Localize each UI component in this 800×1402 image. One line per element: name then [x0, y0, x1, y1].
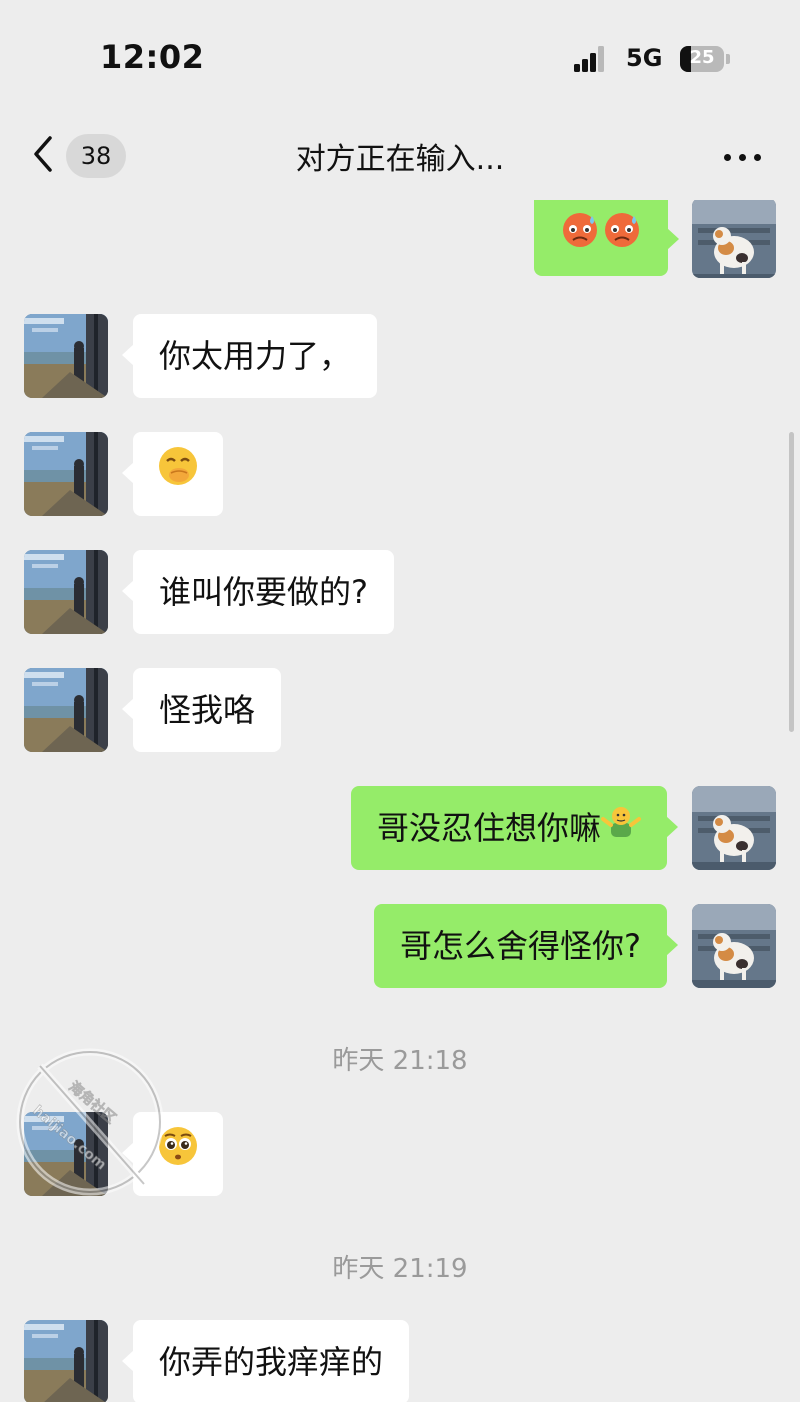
contact-avatar[interactable]: [24, 668, 108, 752]
message-bubble-outgoing[interactable]: 哥没忍住想你嘛: [350, 786, 679, 872]
more-dots-icon: [724, 154, 731, 161]
message-bubble-incoming[interactable]: 谁叫你要做的?: [122, 550, 394, 634]
message-bubble-incoming[interactable]: 怪我咯: [121, 668, 282, 752]
face-with-hand-over-mouth-icon: [157, 434, 199, 518]
contact-avatar[interactable]: [24, 550, 108, 634]
message-row: [0, 432, 800, 516]
message-row: 怪我咯: [0, 668, 800, 752]
chat-title: 对方正在输入...: [295, 142, 505, 177]
message-row: [0, 200, 800, 282]
my-avatar[interactable]: [692, 200, 776, 278]
message-row: 谁叫你要做的?: [0, 550, 800, 634]
scrollbar-thumb[interactable]: [789, 432, 794, 732]
message-row: 你弄的我痒痒的: [0, 1320, 800, 1402]
battery-percent: 25: [689, 47, 715, 68]
message-row: 哥怎么舍得怪你?: [0, 904, 800, 988]
message-bubble-incoming[interactable]: 你太用力了，: [121, 314, 378, 398]
battery-icon: 25: [680, 46, 724, 72]
message-text: 哥没忍住想你嘛: [376, 809, 601, 847]
more-button[interactable]: [718, 136, 768, 176]
chat-header: 38 对方正在输入...: [0, 110, 800, 200]
back-button[interactable]: [28, 132, 58, 176]
status-time: 12:02: [100, 38, 205, 76]
status-bar: 12:02 5G 25: [0, 0, 800, 110]
shrugging-person-icon: [601, 788, 641, 872]
contact-avatar[interactable]: [24, 314, 108, 398]
contact-avatar[interactable]: [24, 432, 108, 516]
message-bubble-incoming[interactable]: [122, 432, 223, 518]
message-list[interactable]: 你太用力了， 谁叫你要做的? 怪我咯 哥没忍住想你嘛 哥怎么舍得怪你? 昨天 2…: [0, 200, 800, 1402]
unread-badge[interactable]: 38: [66, 134, 126, 178]
signal-icon: [574, 46, 606, 72]
contact-avatar[interactable]: [24, 1320, 108, 1402]
no-entry-watermark-icon: 海角社区 haijiao.com: [16, 1048, 164, 1196]
message-bubble-outgoing[interactable]: [534, 200, 679, 278]
message-bubble-incoming[interactable]: 你弄的我痒痒的: [121, 1320, 410, 1402]
network-label: 5G: [626, 44, 663, 72]
my-avatar[interactable]: [692, 904, 776, 988]
message-row: 哥没忍住想你嘛: [0, 786, 800, 870]
anxious-sweat-face-icon: [560, 200, 644, 278]
message-bubble-outgoing[interactable]: 哥怎么舍得怪你?: [374, 904, 678, 988]
chevron-left-icon: [34, 136, 52, 172]
my-avatar[interactable]: [692, 786, 776, 870]
watermark-logo: 海角社区 haijiao.com: [10, 1042, 170, 1202]
battery-tip: [726, 54, 730, 64]
message-row: 你太用力了，: [0, 314, 800, 398]
timestamp: 昨天 21:19: [332, 1254, 468, 1284]
